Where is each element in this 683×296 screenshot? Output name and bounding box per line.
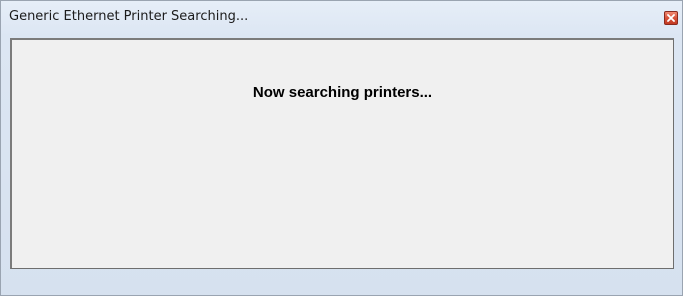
window-title: Generic Ethernet Printer Searching...: [9, 9, 249, 24]
title-bar[interactable]: Generic Ethernet Printer Searching...: [1, 1, 682, 35]
printer-search-window: Generic Ethernet Printer Searching... No…: [0, 0, 683, 296]
status-message: Now searching printers...: [252, 84, 433, 101]
close-icon: [667, 14, 675, 22]
close-button[interactable]: [664, 11, 678, 25]
dialog-content-area: Now searching printers...: [10, 38, 674, 269]
